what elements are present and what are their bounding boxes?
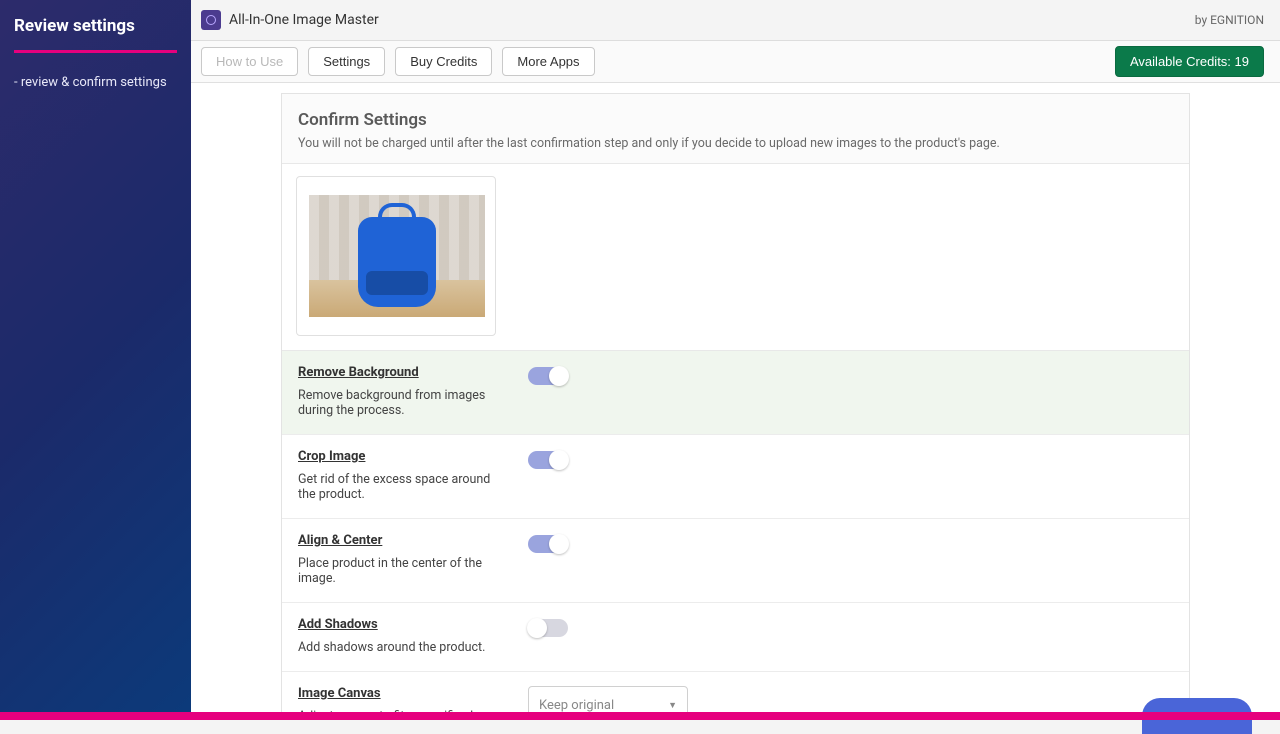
setting-crop-image: Crop Image Get rid of the excess space a… <box>282 435 1189 519</box>
toolbar: How to Use Settings Buy Credits More App… <box>191 41 1280 83</box>
panel-header: Confirm Settings You will not be charged… <box>282 94 1189 164</box>
sidebar-item-review[interactable]: - review & confirm settings <box>0 69 191 96</box>
setting-desc: Add shadows around the product. <box>298 640 508 655</box>
app-title: All-In-One Image Master <box>229 12 379 28</box>
setting-image-canvas: Image Canvas Adjust canvas to fit a spec… <box>282 672 1189 712</box>
sidebar: Review settings - review & confirm setti… <box>0 0 191 712</box>
setting-desc: Remove background from images during the… <box>298 388 508 418</box>
buy-credits-button[interactable]: Buy Credits <box>395 47 492 76</box>
progress-bar <box>0 712 1280 720</box>
how-to-use-button[interactable]: How to Use <box>201 47 298 76</box>
chevron-down-icon: ▼ <box>668 700 677 711</box>
toggle-remove-background[interactable] <box>528 367 568 385</box>
sidebar-underline <box>14 50 177 53</box>
settings-panel: Confirm Settings You will not be charged… <box>281 93 1190 712</box>
topbar: All-In-One Image Master by EGNITION <box>191 0 1280 41</box>
by-name[interactable]: EGNITION <box>1210 13 1264 27</box>
more-apps-button[interactable]: More Apps <box>502 47 594 76</box>
available-credits-button[interactable]: Available Credits: 19 <box>1115 46 1264 77</box>
thumbnail-row <box>282 164 1189 351</box>
backpack-image <box>358 217 436 307</box>
panel-description: You will not be charged until after the … <box>298 136 1173 151</box>
setting-name[interactable]: Crop Image <box>298 449 508 464</box>
toggle-crop-image[interactable] <box>528 451 568 469</box>
setting-remove-background: Remove Background Remove background from… <box>282 351 1189 435</box>
canvas-select-value: Keep original <box>539 698 614 713</box>
canvas-select[interactable]: Keep original ▼ <box>528 686 688 712</box>
product-thumbnail[interactable] <box>296 176 496 336</box>
toggle-add-shadows[interactable] <box>528 619 568 637</box>
setting-name[interactable]: Image Canvas <box>298 686 508 701</box>
app-icon <box>201 10 221 30</box>
main-content: Confirm Settings You will not be charged… <box>191 83 1280 712</box>
settings-button[interactable]: Settings <box>308 47 385 76</box>
panel-title: Confirm Settings <box>298 110 1173 130</box>
setting-name[interactable]: Add Shadows <box>298 617 508 632</box>
sidebar-title: Review settings <box>0 0 191 46</box>
setting-add-shadows: Add Shadows Add shadows around the produ… <box>282 603 1189 672</box>
setting-name[interactable]: Align & Center <box>298 533 508 548</box>
setting-desc: Get rid of the excess space around the p… <box>298 472 508 502</box>
setting-desc: Place product in the center of the image… <box>298 556 508 586</box>
toggle-align-center[interactable] <box>528 535 568 553</box>
setting-name[interactable]: Remove Background <box>298 365 508 380</box>
setting-align-center: Align & Center Place product in the cent… <box>282 519 1189 603</box>
by-line: by EGNITION <box>1195 13 1264 27</box>
